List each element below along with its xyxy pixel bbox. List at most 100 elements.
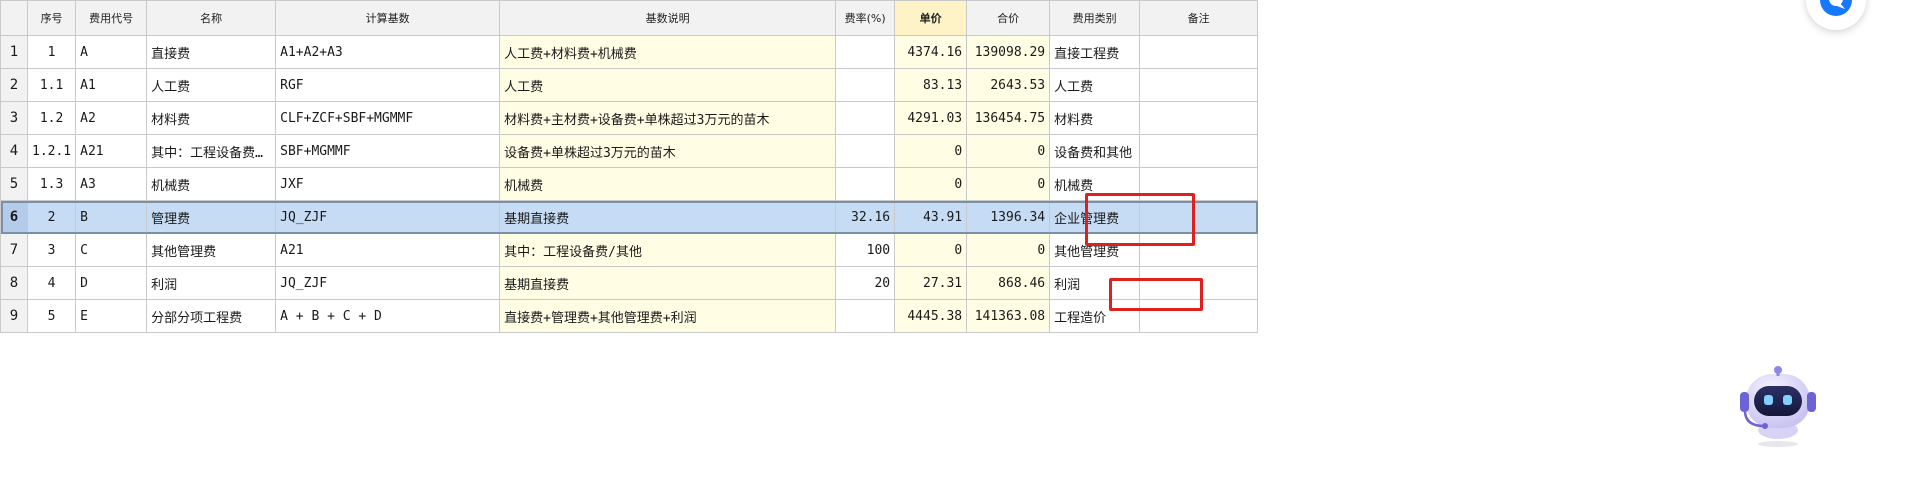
col-header-desc[interactable]: 基数说明 — [499, 0, 837, 36]
cell-seq[interactable]: 1.3 — [26, 167, 77, 201]
row-number[interactable]: 8 — [0, 266, 28, 300]
table-row[interactable]: 4 1.2.1 A21 其中：工程设备费… SBF+MGMMF 设备费+单株超过… — [0, 134, 1259, 168]
table-row[interactable]: 7 3 C 其他管理费 A21 其中：工程设备费/其他 100 0 0 其他管理… — [0, 233, 1259, 267]
cell-code[interactable]: B — [75, 200, 148, 234]
cell-name[interactable]: 机械费 — [146, 167, 277, 201]
cell-base[interactable]: JXF — [275, 167, 501, 201]
cell-category[interactable]: 直接工程费 — [1049, 35, 1141, 69]
cell-category[interactable]: 材料费 — [1049, 101, 1141, 135]
cell-seq[interactable]: 1 — [26, 35, 77, 69]
table-row[interactable]: 9 5 E 分部分项工程费 A + B + C + D 直接费+管理费+其他管理… — [0, 299, 1259, 333]
row-number[interactable]: 6 — [0, 200, 28, 234]
cell-code[interactable]: A2 — [75, 101, 148, 135]
row-number[interactable]: 4 — [0, 134, 28, 168]
cell-category[interactable]: 人工费 — [1049, 68, 1141, 102]
cell-total[interactable]: 868.46 — [966, 266, 1051, 300]
cell-price[interactable]: 0 — [894, 233, 968, 267]
cell-code[interactable]: A3 — [75, 167, 148, 201]
cell-remark[interactable] — [1139, 266, 1259, 300]
cell-desc[interactable]: 材料费+主材费+设备费+单株超过3万元的苗木 — [499, 101, 837, 135]
cell-remark[interactable] — [1139, 200, 1259, 234]
table-row-selected[interactable]: 6 2 B 管理费 JQ_ZJF 基期直接费 32.16 43.91 1396.… — [0, 200, 1259, 234]
cell-category[interactable]: 企业管理费 — [1049, 200, 1141, 234]
cell-code[interactable]: C — [75, 233, 148, 267]
cell-seq[interactable]: 1.2 — [26, 101, 77, 135]
cell-category[interactable]: 其他管理费 — [1049, 233, 1141, 267]
cell-desc[interactable]: 人工费 — [499, 68, 837, 102]
cell-name[interactable]: 利润 — [146, 266, 277, 300]
cell-total[interactable]: 141363.08 — [966, 299, 1051, 333]
cell-remark[interactable] — [1139, 35, 1259, 69]
cell-base[interactable]: A21 — [275, 233, 501, 267]
table-row[interactable]: 8 4 D 利润 JQ_ZJF 基期直接费 20 27.31 868.46 利润 — [0, 266, 1259, 300]
cell-seq[interactable]: 2 — [26, 200, 77, 234]
table-row[interactable]: 3 1.2 A2 材料费 CLF+ZCF+SBF+MGMMF 材料费+主材费+设… — [0, 101, 1259, 135]
cell-price[interactable]: 4445.38 — [894, 299, 968, 333]
cell-base[interactable]: JQ_ZJF — [275, 200, 501, 234]
cell-base[interactable]: RGF — [275, 68, 501, 102]
cell-remark[interactable] — [1139, 134, 1259, 168]
col-header-category[interactable]: 费用类别 — [1049, 0, 1141, 36]
cell-desc[interactable]: 基期直接费 — [499, 266, 837, 300]
cell-name[interactable]: 人工费 — [146, 68, 277, 102]
cell-desc[interactable]: 其中：工程设备费/其他 — [499, 233, 837, 267]
cell-total[interactable]: 139098.29 — [966, 35, 1051, 69]
cell-rate[interactable] — [835, 101, 896, 135]
row-number[interactable]: 7 — [0, 233, 28, 267]
cell-rate[interactable] — [835, 134, 896, 168]
cell-rate[interactable] — [835, 299, 896, 333]
cell-base[interactable]: A1+A2+A3 — [275, 35, 501, 69]
col-header-rate[interactable]: 费率(%) — [835, 0, 896, 36]
cell-code[interactable]: D — [75, 266, 148, 300]
cell-code[interactable]: A1 — [75, 68, 148, 102]
cell-seq[interactable]: 3 — [26, 233, 77, 267]
cell-desc[interactable]: 机械费 — [499, 167, 837, 201]
cell-desc[interactable]: 基期直接费 — [499, 200, 837, 234]
cell-rate[interactable]: 32.16 — [835, 200, 896, 234]
cell-category[interactable]: 机械费 — [1049, 167, 1141, 201]
col-header-remark[interactable]: 备注 — [1139, 0, 1259, 36]
col-header-seq[interactable]: 序号 — [26, 0, 77, 36]
cell-price[interactable]: 43.91 — [894, 200, 968, 234]
cell-remark[interactable] — [1139, 233, 1259, 267]
cell-category[interactable]: 利润 — [1049, 266, 1141, 300]
cell-seq[interactable]: 1.2.1 — [26, 134, 77, 168]
cell-remark[interactable] — [1139, 167, 1259, 201]
cell-code[interactable]: A21 — [75, 134, 148, 168]
cell-total[interactable]: 0 — [966, 233, 1051, 267]
robot-assistant-button[interactable] — [1734, 360, 1822, 450]
cell-remark[interactable] — [1139, 68, 1259, 102]
cell-price[interactable]: 83.13 — [894, 68, 968, 102]
cell-name[interactable]: 直接费 — [146, 35, 277, 69]
cell-total[interactable]: 136454.75 — [966, 101, 1051, 135]
cell-desc[interactable]: 直接费+管理费+其他管理费+利润 — [499, 299, 837, 333]
col-header-price[interactable]: 单价 — [894, 0, 968, 36]
cell-price[interactable]: 27.31 — [894, 266, 968, 300]
cell-name[interactable]: 其他管理费 — [146, 233, 277, 267]
cell-rate[interactable] — [835, 167, 896, 201]
cell-base[interactable]: A + B + C + D — [275, 299, 501, 333]
col-header-total[interactable]: 合价 — [966, 0, 1051, 36]
cell-price[interactable]: 0 — [894, 167, 968, 201]
row-number[interactable]: 2 — [0, 68, 28, 102]
cell-total[interactable]: 1396.34 — [966, 200, 1051, 234]
cell-total[interactable]: 2643.53 — [966, 68, 1051, 102]
cell-name[interactable]: 其中：工程设备费… — [146, 134, 277, 168]
corner-header[interactable] — [0, 0, 28, 36]
table-row[interactable]: 1 1 A 直接费 A1+A2+A3 人工费+材料费+机械费 4374.16 1… — [0, 35, 1259, 69]
cell-name[interactable]: 材料费 — [146, 101, 277, 135]
col-header-code[interactable]: 费用代号 — [75, 0, 148, 36]
cell-rate[interactable]: 100 — [835, 233, 896, 267]
row-number[interactable]: 1 — [0, 35, 28, 69]
cell-base[interactable]: SBF+MGMMF — [275, 134, 501, 168]
chat-button[interactable] — [1806, 0, 1866, 30]
cell-remark[interactable] — [1139, 299, 1259, 333]
table-row[interactable]: 2 1.1 A1 人工费 RGF 人工费 83.13 2643.53 人工费 — [0, 68, 1259, 102]
cell-price[interactable]: 4374.16 — [894, 35, 968, 69]
cell-rate[interactable] — [835, 68, 896, 102]
cell-price[interactable]: 4291.03 — [894, 101, 968, 135]
cell-rate[interactable] — [835, 35, 896, 69]
cell-total[interactable]: 0 — [966, 167, 1051, 201]
cell-rate[interactable]: 20 — [835, 266, 896, 300]
cell-base[interactable]: JQ_ZJF — [275, 266, 501, 300]
